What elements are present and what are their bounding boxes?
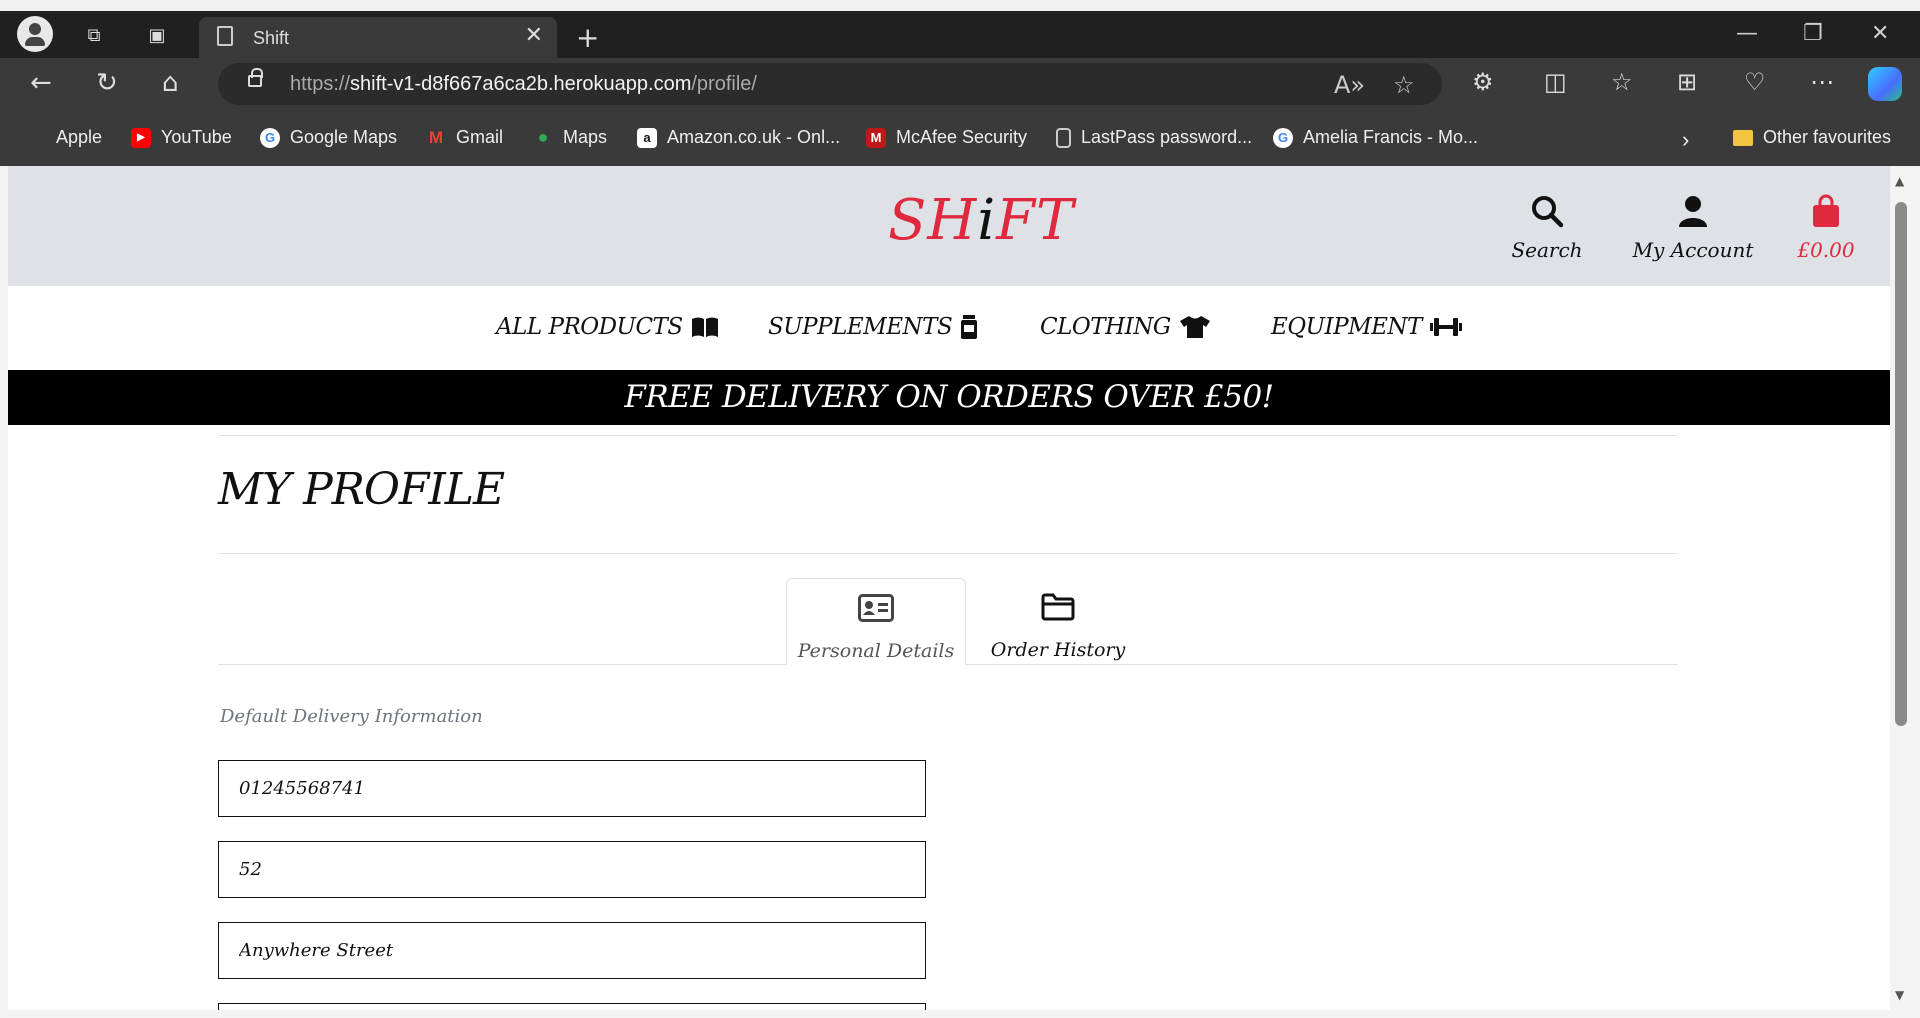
search-label: Search [1511,238,1583,262]
tab-order-history-label: Order History [990,639,1126,661]
browser-tab-active[interactable]: Shift ✕ [199,17,557,58]
site-header: SHiFT Search My Account £0.00 [8,166,1890,286]
url-text[interactable]: https://shift-v1-d8f667a6ca2b.herokuapp.… [290,73,757,96]
page-scrollbar[interactable]: ▲ ▼ [1890,166,1912,1010]
user-icon [1679,196,1707,227]
nav-equipment-label: EQUIPMENT [1271,314,1422,340]
favorite-star-icon[interactable]: ☆ [1393,71,1415,99]
default-delivery-heading: Default Delivery Information [220,706,483,727]
bookmark-maps[interactable]: ● Maps [533,127,607,148]
divider-top [218,435,1678,436]
street-address2-field[interactable] [218,922,926,979]
my-account-label: My Account [1632,238,1754,262]
shopping-bag-icon [1813,194,1839,227]
address-row: ← ↻ ⌂ https://shift-v1-d8f667a6ca2b.hero… [0,58,1920,110]
window-top-strip [0,0,1920,11]
tab-title: Shift [253,28,290,48]
collections-icon[interactable]: ⊞ [1677,68,1697,96]
page-icon [217,26,233,46]
chevron-right-icon[interactable]: › [1682,127,1689,153]
nav-clothing-label: CLOTHING [1040,314,1171,340]
google-icon: G [260,127,280,148]
close-window-icon[interactable]: ✕ [1871,21,1889,46]
nav-supplements-label: SUPPLEMENTS [768,314,953,340]
address-bar[interactable]: https://shift-v1-d8f667a6ca2b.herokuapp.… [218,63,1442,105]
bookmark-apple[interactable]: Apple [26,127,102,148]
minimize-icon[interactable]: — [1736,21,1758,46]
bookmark-google-maps[interactable]: G Google Maps [260,127,397,148]
close-tab-icon[interactable]: ✕ [525,23,543,48]
mcafee-icon: M [866,127,886,148]
bookmark-lastpass[interactable]: LastPass password... [1056,127,1252,148]
bookmarks-bar: Apple ▶ YouTube G Google Maps M Gmail ● Maps… [0,110,1920,166]
main-nav: ALL PRODUCTS SUPPLEMENTS CLOTHING EQUIPM… [8,286,1890,370]
amazon-icon: a [637,127,657,148]
supplement-jar-icon [961,315,978,339]
divider-title [218,553,1678,554]
nav-equipment[interactable]: EQUIPMENT [1271,314,1462,340]
workspaces-icon[interactable]: ⧉ [80,21,108,49]
id-card-icon [858,594,894,622]
scroll-down-icon[interactable]: ▼ [1895,988,1904,1002]
folder-open-icon [1041,593,1075,621]
browser-chrome: ⧉ ▣ Shift ✕ + — ❐ ✕ ← ↻ ⌂ https://shift-… [0,11,1920,166]
home-icon[interactable]: ⌂ [162,68,179,98]
bookmark-gmail[interactable]: M Gmail [426,127,503,148]
free-delivery-banner: FREE DELIVERY ON ORDERS OVER £50! [8,370,1890,425]
refresh-icon[interactable]: ↻ [96,68,118,98]
nav-all-products-label: ALL PRODUCTS [496,314,683,340]
phone-number-field[interactable] [218,760,926,817]
gmail-icon: M [428,127,444,147]
youtube-icon: ▶ [131,127,151,148]
profile-tabs: Personal Details Order History [218,578,1678,666]
extensions-icon[interactable]: ⚙ [1472,68,1494,96]
search-link[interactable]: Search [1502,194,1592,262]
split-screen-icon[interactable]: ◫ [1544,68,1567,96]
apple-icon [26,128,46,148]
page-viewport: SHiFT Search My Account £0.00 ALL PRODUC… [8,166,1890,1010]
dumbbell-icon [1429,318,1462,336]
restore-icon[interactable]: ❐ [1803,21,1823,46]
other-favourites[interactable]: Other favourites [1733,127,1891,148]
google-icon: G [1273,127,1293,148]
tab-order-history[interactable]: Order History [968,578,1148,666]
nav-clothing[interactable]: CLOTHING [1040,314,1211,340]
search-icon [1532,196,1564,228]
tab-personal-details[interactable]: Personal Details [786,578,966,666]
browser-essentials-icon[interactable]: ♡ [1744,68,1766,96]
town-or-city-field[interactable] [218,1003,926,1010]
folder-icon [1733,129,1753,146]
vertical-tabs-icon[interactable]: ▣ [143,21,171,49]
tshirt-icon [1179,316,1210,338]
bookmark-amazon[interactable]: a Amazon.co.uk - Onl... [637,127,840,148]
read-aloud-icon[interactable]: A» [1334,71,1365,99]
more-menu-icon[interactable]: ⋯ [1810,68,1834,96]
back-icon[interactable]: ← [30,68,52,98]
nav-all-products[interactable]: ALL PRODUCTS [496,314,719,340]
scroll-thumb[interactable] [1895,202,1907,726]
bag-total: £0.00 [1797,238,1855,262]
copilot-icon[interactable] [1868,67,1902,101]
profile-avatar-icon[interactable] [17,16,53,52]
bookmark-mcafee[interactable]: M McAfee Security [866,127,1027,148]
page-title: MY PROFILE [218,464,505,515]
my-account-link[interactable]: My Account [1628,194,1758,262]
maps-pin-icon: ● [537,127,549,147]
bookmark-youtube[interactable]: ▶ YouTube [131,127,232,148]
shopping-bag-link[interactable]: £0.00 [1784,194,1868,262]
site-logo[interactable]: SHiFT [888,188,1074,253]
street-address1-field[interactable] [218,841,926,898]
page-icon [1056,127,1071,148]
favorites-icon[interactable]: ☆ [1611,68,1633,96]
lock-icon[interactable] [248,68,263,87]
book-icon [691,317,718,337]
tab-row: ⧉ ▣ Shift ✕ + — ❐ ✕ [0,11,1920,58]
tab-personal-details-label: Personal Details [797,640,955,662]
nav-supplements[interactable]: SUPPLEMENTS [768,314,978,340]
bookmark-amelia[interactable]: G Amelia Francis - Mo... [1273,127,1478,148]
new-tab-icon[interactable]: + [576,21,599,54]
scroll-up-icon[interactable]: ▲ [1895,174,1904,188]
